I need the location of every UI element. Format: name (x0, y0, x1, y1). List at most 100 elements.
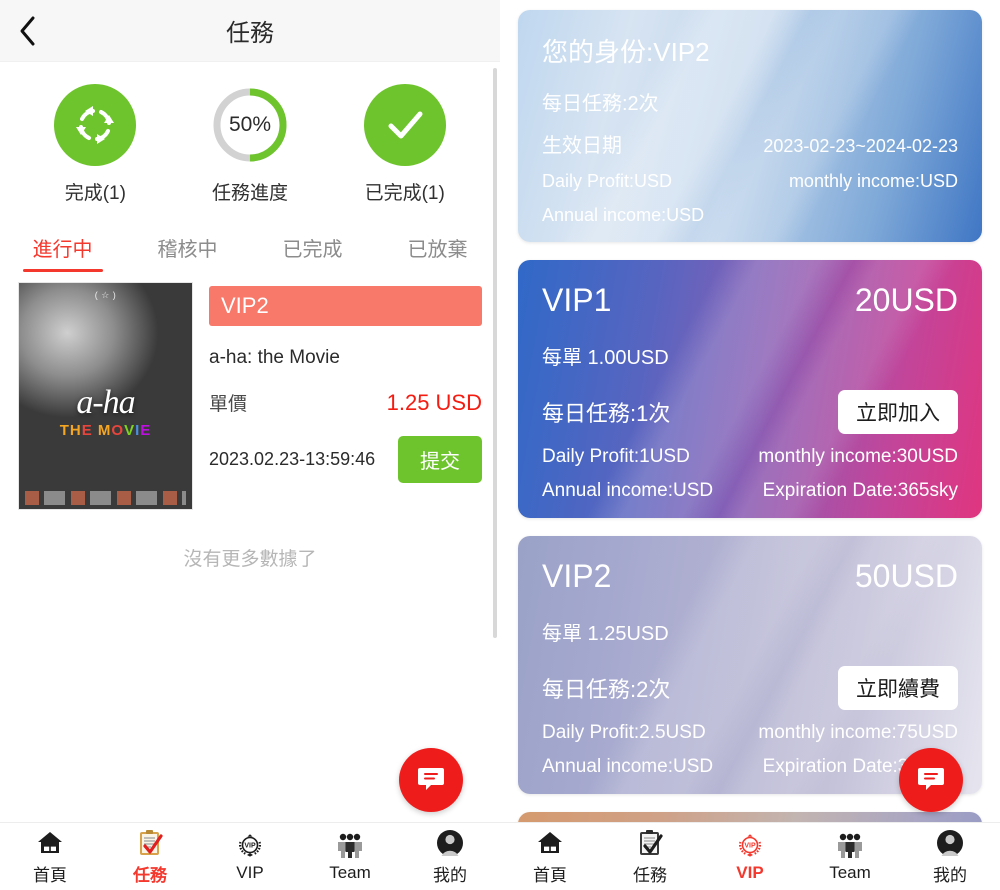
task-vip-badge: VIP2 (209, 286, 482, 326)
chevron-left-icon (17, 15, 37, 47)
tier-unit-price: 每單 1.00USD (542, 347, 669, 369)
app-screen: 任務 完成(1) 50% 任務進度 已完成(1) 進行中 稽核中 已完成 已放棄… (0, 0, 1000, 890)
chat-bubble-icon (915, 762, 947, 799)
bottom-nav-right: 首頁 任務 VIP VIP Team 我的 (500, 822, 1000, 890)
nav-label: 我的 (933, 865, 967, 885)
clipboard-check-icon (137, 828, 163, 858)
tier-action-row: 每日任務:1次 立即加入 (542, 390, 958, 434)
tier-header: VIP1 20USD (542, 282, 958, 319)
poster-wordmark: a-ha (76, 384, 135, 421)
task-price-label: 單價 (209, 394, 248, 415)
status-card-title: 您的身份:VIP2 (542, 37, 710, 67)
nav-item-mine[interactable]: 我的 (900, 828, 1000, 886)
nav-label: 首頁 (533, 865, 567, 885)
task-price-value: 1.25 USD (386, 389, 482, 415)
tier-price: 50USD (854, 558, 958, 594)
tab-in-progress[interactable]: 進行中 (0, 227, 125, 276)
svg-text:VIP: VIP (744, 843, 756, 850)
clipboard-check-icon (637, 828, 663, 858)
nav-item-tasks[interactable]: 任務 (100, 828, 200, 886)
tier-profit-row: Daily Profit:2.5USD monthly income:75USD (542, 722, 958, 744)
vip-crown-icon: VIP (735, 830, 765, 860)
home-icon (536, 828, 564, 858)
nav-item-home[interactable]: 首頁 (500, 828, 600, 886)
tier-annual-income: Annual income:USD (542, 480, 714, 501)
nav-item-mine[interactable]: 我的 (400, 828, 500, 886)
vip-panel: 您的身份:VIP2 每日任務:2次 生效日期 2023-02-23~2024-0… (500, 0, 1000, 890)
task-details: VIP2 a-ha: the Movie 單價 1.25 USD 2023.02… (209, 282, 482, 510)
poster-subtitle: THE MOVIE (59, 422, 152, 439)
status-monthly-income: monthly income:USD (788, 171, 958, 191)
stat-in-progress[interactable]: 完成(1) (18, 84, 173, 205)
vip-card-list: 您的身份:VIP2 每日任務:2次 生效日期 2023-02-23~2024-0… (500, 0, 1000, 822)
chat-fab-left[interactable] (399, 748, 463, 812)
task-price-row: 單價 1.25 USD (209, 389, 482, 416)
nav-item-vip[interactable]: VIP VIP (200, 830, 300, 883)
status-profit-row: Daily Profit:USD monthly income:USD (542, 171, 958, 192)
status-effective-label: 生效日期 (542, 135, 622, 157)
bottom-nav-left: 首頁 任務 VIP VIP Team 我的 (0, 822, 500, 890)
movie-poster-thumbnail[interactable]: ( ☆ ) a-ha THE MOVIE (18, 282, 193, 510)
scrollbar[interactable] (493, 68, 497, 638)
vip-crown-icon: VIP (235, 830, 265, 860)
team-people-icon (335, 830, 365, 860)
user-avatar-icon (936, 828, 964, 858)
tier-name: VIP2 (542, 558, 612, 594)
nav-label: Team (829, 863, 871, 882)
nav-label: 我的 (433, 865, 467, 885)
task-body: 完成(1) 50% 任務進度 已完成(1) 進行中 稽核中 已完成 已放棄 (… (0, 62, 500, 822)
svg-text:VIP: VIP (244, 843, 256, 850)
nav-item-tasks[interactable]: 任務 (600, 828, 700, 886)
vip-status-card: 您的身份:VIP2 每日任務:2次 生效日期 2023-02-23~2024-0… (518, 10, 982, 242)
task-tabs: 進行中 稽核中 已完成 已放棄 (0, 215, 500, 276)
nav-label: VIP (736, 863, 764, 882)
tier-monthly-income: monthly income:75USD (758, 722, 958, 743)
tier-annual-income: Annual income:USD (542, 756, 714, 777)
tier-annual-row: Annual income:USD Expiration Date:365sky (542, 756, 958, 778)
tier-expiration: Expiration Date:365sky (762, 480, 958, 501)
join-now-button[interactable]: 立即加入 (838, 390, 958, 434)
nav-item-home[interactable]: 首頁 (0, 828, 100, 886)
nav-label: 任務 (633, 865, 667, 885)
recycle-sync-icon (54, 84, 137, 166)
tab-auditing[interactable]: 稽核中 (125, 227, 250, 276)
tier-unit-price: 每單 1.25USD (542, 623, 669, 645)
stat-progress[interactable]: 50% 任務進度 (173, 84, 328, 205)
status-effective-row: 生效日期 2023-02-23~2024-02-23 (542, 129, 958, 158)
vip-tier-card-vip1[interactable]: VIP1 20USD 每單 1.00USD 每日任務:1次 立即加入 Daily… (518, 260, 982, 518)
nav-label: 任務 (133, 865, 167, 885)
task-panel: 任務 完成(1) 50% 任務進度 已完成(1) 進行中 稽核中 已完成 已放棄… (0, 0, 500, 890)
stat-completed[interactable]: 已完成(1) (327, 84, 482, 205)
tab-abandoned[interactable]: 已放棄 (375, 227, 500, 276)
tier-daily-profit: Daily Profit:2.5USD (542, 722, 706, 743)
tier-daily-profit: Daily Profit:1USD (542, 446, 690, 467)
team-people-icon (835, 830, 865, 860)
status-daily-task: 每日任務:2次 (542, 93, 659, 115)
progress-value: 50% (228, 113, 272, 136)
status-annual-income: Annual income:USD (542, 205, 705, 225)
nav-item-team[interactable]: Team (300, 830, 400, 883)
stat-label: 任務進度 (212, 183, 289, 204)
tier-action-row: 每日任務:2次 立即續費 (542, 666, 958, 710)
back-button[interactable] (0, 0, 54, 62)
chat-bubble-icon (415, 762, 447, 799)
task-title: a-ha: the Movie (209, 347, 340, 368)
task-list-item[interactable]: ( ☆ ) a-ha THE MOVIE VIP2 a-ha: the Movi… (0, 276, 500, 510)
tab-completed[interactable]: 已完成 (250, 227, 375, 276)
home-icon (36, 828, 64, 858)
poster-laurel-icon: ( ☆ ) (94, 290, 117, 300)
stat-label: 已完成(1) (364, 183, 445, 204)
submit-button[interactable]: 提交 (398, 436, 482, 483)
renew-now-button[interactable]: 立即續費 (838, 666, 958, 710)
nav-item-team[interactable]: Team (800, 830, 900, 883)
no-more-data-text: 沒有更多數據了 (183, 549, 317, 570)
nav-item-vip[interactable]: VIP VIP (700, 830, 800, 883)
status-daily-profit: Daily Profit:USD (542, 171, 673, 191)
vip-tier-card-next[interactable] (518, 812, 982, 822)
stats-row: 完成(1) 50% 任務進度 已完成(1) (0, 62, 500, 211)
stat-label: 完成(1) (64, 183, 126, 204)
poster-credits (25, 491, 186, 505)
tier-daily-task: 每日任務:1次 (542, 401, 671, 426)
chat-fab-right[interactable] (899, 748, 963, 812)
page-header: 任務 (0, 0, 500, 62)
